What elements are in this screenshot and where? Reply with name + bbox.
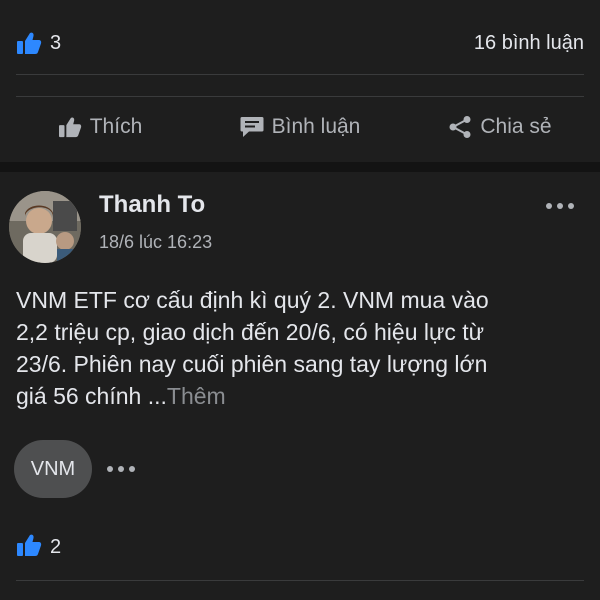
post-options-more-icon[interactable] [546, 203, 574, 209]
like-count: 3 [50, 31, 62, 54]
comment-button-label: Bình luận [271, 115, 361, 138]
divider [16, 74, 584, 75]
comment-icon [240, 116, 264, 138]
like-reaction-icon [16, 533, 42, 562]
like-button[interactable]: Thích [0, 115, 200, 139]
action-bar: Thích Bình luận Chia sẻ [0, 96, 600, 158]
post-text-line: 2,2 triệu cp, giao dịch đến 20/6, có hiệ… [16, 319, 485, 345]
post-text-line: 23/6. Phiên nay cuối phiên sang tay lượn… [16, 351, 488, 377]
like-icon [58, 116, 82, 138]
post-text-line: giá 56 chính ...Thêm [16, 383, 226, 409]
divider [16, 580, 584, 581]
stock-tag-chip[interactable]: VNM [14, 440, 92, 498]
like-button-label: Thích [89, 115, 143, 138]
post-reaction-summary[interactable]: 2 [16, 532, 61, 562]
like-count: 2 [50, 535, 62, 558]
share-button-label: Chia sẻ [480, 115, 552, 138]
like-reaction-icon [16, 31, 42, 55]
post-text-line: VNM ETF cơ cấu định kì quý 2. VNM mua và… [16, 287, 489, 313]
post-separator [0, 162, 600, 172]
post-body: VNM ETF cơ cấu định kì quý 2. VNM mua và… [16, 284, 586, 412]
avatar[interactable] [9, 191, 81, 263]
share-button[interactable]: Chia sẻ [400, 115, 600, 139]
tag-more-icon[interactable] [107, 466, 135, 472]
share-icon [448, 115, 472, 139]
post-timestamp[interactable]: 18/6 lúc 16:23 [99, 232, 212, 253]
comment-button[interactable]: Bình luận [200, 115, 400, 139]
reaction-summary[interactable]: 3 [16, 28, 61, 58]
avatar-photo-icon [9, 191, 81, 263]
see-more-link[interactable]: Thêm [167, 383, 226, 409]
author-name[interactable]: Thanh To [99, 191, 205, 219]
comment-count-link[interactable]: 16 bình luận [474, 28, 584, 58]
